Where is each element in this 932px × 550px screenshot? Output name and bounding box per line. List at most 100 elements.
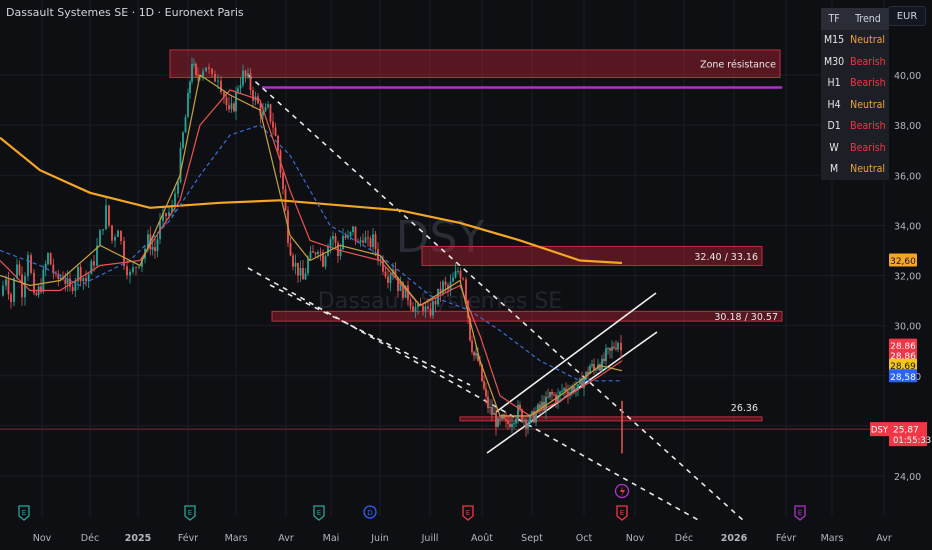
candle-body	[609, 348, 611, 351]
candle-body	[82, 278, 85, 282]
candle-body	[277, 135, 279, 151]
candle-body	[252, 90, 254, 101]
candle-body	[217, 80, 219, 82]
candle-body	[349, 231, 352, 237]
candle-body	[615, 347, 617, 350]
price-label: 32,60	[889, 253, 917, 267]
price-label-text: 28,58	[890, 373, 916, 383]
candle-body	[242, 70, 244, 86]
candle-body	[352, 226, 354, 232]
x-tick-label: Oct	[576, 533, 593, 544]
candle-body	[205, 67, 207, 72]
event-marker[interactable]: E	[462, 505, 474, 521]
candle-body	[471, 340, 473, 352]
trend-row: H1 Bearish	[821, 72, 889, 94]
candle-body	[444, 281, 447, 285]
candle-body	[427, 306, 429, 309]
candle-body	[374, 234, 377, 250]
event-letter: E	[620, 509, 624, 517]
event-marker[interactable]: E	[616, 505, 628, 521]
trend-row: H4 Neutral	[821, 94, 889, 116]
candle-body	[369, 238, 372, 247]
candle-body	[211, 68, 213, 74]
x-tick-label: Févr	[776, 533, 796, 544]
last-price-text: 25,87	[893, 426, 919, 436]
candle-body	[135, 267, 137, 269]
candle-body	[372, 234, 374, 247]
candle-body	[93, 261, 95, 266]
price-label: 28,58	[889, 369, 917, 383]
trend-timeframe: D1	[821, 115, 848, 137]
candle-body	[332, 236, 334, 240]
candle-body	[334, 236, 337, 243]
y-tick-label: 36,00	[894, 171, 921, 182]
candle-body	[491, 407, 493, 415]
candle-body	[237, 88, 239, 92]
candle-body	[220, 80, 222, 93]
candle-body	[573, 386, 575, 391]
trend-value: Neutral	[847, 29, 889, 51]
candle-body	[503, 414, 505, 419]
candle-body	[79, 266, 82, 282]
trend-row: M15 Neutral	[821, 29, 889, 51]
candle-body	[497, 418, 499, 427]
event-marker[interactable]: D	[363, 505, 377, 519]
zone: 32.40 / 33.16	[421, 245, 763, 266]
currency-button[interactable]: EUR	[888, 6, 926, 26]
candle-body	[71, 286, 74, 292]
price-label-text: 32,60	[890, 257, 916, 267]
candle-body	[551, 391, 553, 395]
candle-body	[485, 388, 487, 397]
candle-body	[309, 251, 312, 259]
x-tick-label: Mai	[323, 533, 340, 544]
candle-body	[225, 97, 228, 106]
candle-body	[499, 418, 501, 420]
countdown-text: 01:55:33	[893, 436, 931, 446]
candle-body	[487, 396, 489, 409]
candle-body	[611, 346, 613, 351]
currency-label: EUR	[896, 10, 918, 22]
candle-body	[214, 73, 216, 82]
candle-body	[603, 358, 605, 362]
candle-body	[289, 242, 292, 256]
candle-body	[87, 274, 90, 282]
x-tick-label: Sept	[521, 533, 543, 544]
candle-body	[30, 255, 32, 273]
candle-body	[577, 384, 579, 389]
candle-body	[359, 240, 362, 243]
candle-body	[389, 274, 392, 283]
x-tick-label: Févr	[178, 533, 198, 544]
candle-body	[151, 247, 154, 250]
candle-body	[505, 418, 507, 421]
candle-body	[563, 388, 565, 391]
event-marker[interactable]: E	[18, 505, 30, 521]
candle-body	[74, 281, 77, 292]
trend-row: W Bearish	[821, 137, 889, 159]
event-marker[interactable]: E	[794, 505, 806, 521]
candle-body	[13, 278, 15, 302]
candle-body	[247, 73, 249, 77]
trend-value: Bearish	[847, 137, 889, 159]
event-letter: E	[22, 509, 26, 517]
y-tick-label: 40,00	[894, 71, 921, 82]
candle-body	[483, 381, 485, 389]
x-tick-label: Déc	[81, 533, 99, 544]
x-tick-label: Avr	[278, 533, 294, 544]
event-marker[interactable]: E	[313, 505, 325, 521]
candle-body	[108, 205, 110, 226]
trend-timeframe: H1	[821, 72, 848, 94]
candle-body	[117, 230, 119, 237]
trend-timeframe: M30	[821, 51, 848, 73]
candle-body	[99, 230, 101, 246]
event-marker[interactable]: E	[184, 505, 196, 521]
candle-body	[42, 269, 45, 292]
candle-body	[18, 264, 21, 275]
price-chart[interactable]: DSYDassault Systemes SEZone résistance32…	[0, 0, 932, 550]
candle-body	[367, 237, 369, 239]
candle-body	[187, 93, 189, 118]
candle-body	[27, 255, 29, 277]
candle-body	[324, 255, 327, 267]
candle-body	[264, 107, 267, 112]
zone-label: Zone résistance	[700, 60, 776, 71]
candle-body	[607, 348, 609, 349]
